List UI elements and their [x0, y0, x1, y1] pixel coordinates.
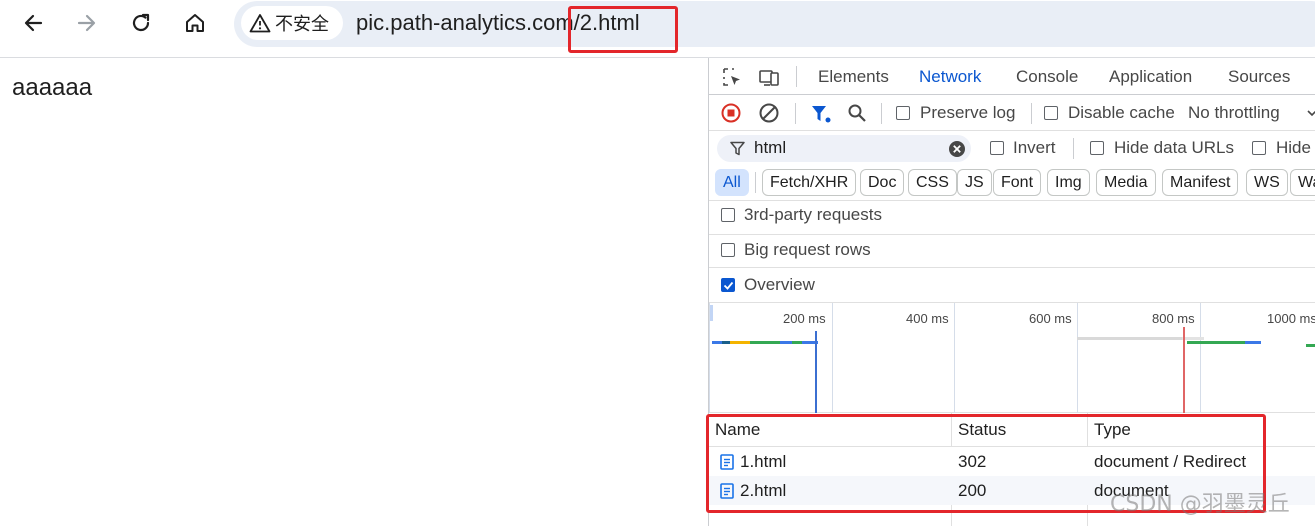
disable-cache-label: Disable cache: [1068, 103, 1175, 122]
overview-checkbox[interactable]: [721, 278, 735, 292]
toolbar-separator: [881, 103, 882, 124]
record-stop-icon[interactable]: [721, 103, 741, 123]
throttling-select[interactable]: No throttling: [1188, 103, 1280, 123]
type-filter-js[interactable]: JS: [957, 169, 992, 196]
type-filter-ws[interactable]: WS: [1246, 169, 1288, 196]
timeline-bars: [710, 305, 1315, 413]
big-rows-label: Big request rows: [744, 240, 871, 259]
tab-console[interactable]: Console: [1016, 58, 1078, 95]
network-overview-timeline[interactable]: 200 ms 400 ms 600 ms 800 ms 1000 ms: [709, 303, 1315, 413]
tab-separator: [796, 66, 797, 87]
home-icon: [186, 14, 204, 32]
type-filter-all[interactable]: All: [715, 169, 749, 196]
tab-application[interactable]: Application: [1109, 58, 1192, 95]
reload-button[interactable]: [125, 7, 157, 39]
warning-icon: [249, 14, 271, 33]
type-filter-font[interactable]: Font: [993, 169, 1042, 196]
type-filter-fetch-xhr[interactable]: Fetch/XHR: [762, 169, 857, 196]
tab-elements[interactable]: Elements: [818, 58, 889, 95]
overview-row: Overview: [709, 268, 1315, 303]
tab-network[interactable]: Network: [919, 58, 981, 95]
device-toolbar-icon[interactable]: [758, 66, 780, 88]
reload-icon: [132, 13, 150, 32]
forward-arrow-icon: [77, 14, 96, 32]
home-button[interactable]: [179, 7, 211, 39]
third-party-label: 3rd-party requests: [744, 205, 882, 224]
watermark: CSDN @羽墨灵丘: [1110, 492, 1290, 517]
chevron-down-icon[interactable]: [1307, 108, 1315, 118]
network-toolbar: Preserve log Disable cache No throttling: [709, 95, 1315, 131]
type-filter-media[interactable]: Media: [1096, 169, 1156, 196]
url-host: pic.path-analytics.com: [356, 10, 574, 35]
invert-label: Invert: [1013, 138, 1056, 157]
disable-cache-checkbox[interactable]: [1044, 106, 1058, 120]
type-filter-css[interactable]: CSS: [908, 169, 957, 196]
toolbar-separator: [1031, 103, 1032, 124]
funnel-icon: [730, 141, 745, 156]
filter-input[interactable]: html: [717, 135, 971, 162]
filter-separator: [1073, 138, 1074, 159]
inspect-element-icon[interactable]: [721, 66, 743, 88]
type-filter-img[interactable]: Img: [1047, 169, 1090, 196]
big-rows-row: Big request rows: [709, 233, 1315, 268]
clear-icon[interactable]: [759, 103, 779, 123]
type-filter-wasm[interactable]: Wa: [1290, 169, 1315, 196]
big-rows-checkbox[interactable]: [721, 243, 735, 257]
filter-icon[interactable]: [810, 103, 832, 125]
type-filter-doc[interactable]: Doc: [860, 169, 905, 196]
pill-separator: [755, 172, 756, 193]
third-party-checkbox[interactable]: [721, 208, 735, 222]
back-button[interactable]: [17, 7, 49, 39]
url-path-highlight: [568, 6, 678, 53]
hide-extension-label: Hide: [1276, 138, 1311, 157]
type-filter-manifest[interactable]: Manifest: [1162, 169, 1239, 196]
filter-value: html: [754, 138, 787, 157]
hide-extension-checkbox[interactable]: [1252, 141, 1266, 155]
devtools-tab-bar: Elements Network Console Application Sou…: [709, 58, 1315, 95]
third-party-row: 3rd-party requests: [709, 200, 1315, 235]
hide-data-urls-label: Hide data URLs: [1114, 138, 1235, 157]
tab-sources[interactable]: Sources: [1228, 58, 1290, 95]
security-label: 不安全: [275, 14, 329, 35]
back-arrow-icon: [24, 14, 43, 32]
toolbar-separator: [795, 103, 796, 124]
filter-row: html Invert Hide data URLs Hide: [709, 131, 1315, 165]
overview-label: Overview: [744, 275, 815, 294]
invert-checkbox[interactable]: [990, 141, 1004, 155]
preserve-log-label: Preserve log: [920, 103, 1016, 122]
search-icon[interactable]: [847, 103, 867, 123]
hide-data-urls-checkbox[interactable]: [1090, 141, 1104, 155]
clear-filter-icon[interactable]: [948, 140, 966, 158]
security-chip[interactable]: 不安全: [241, 6, 343, 40]
checkmark-icon: [723, 281, 733, 290]
page-body-text: aaaaaa: [12, 74, 93, 101]
forward-button[interactable]: [71, 7, 103, 39]
preserve-log-checkbox[interactable]: [896, 106, 910, 120]
